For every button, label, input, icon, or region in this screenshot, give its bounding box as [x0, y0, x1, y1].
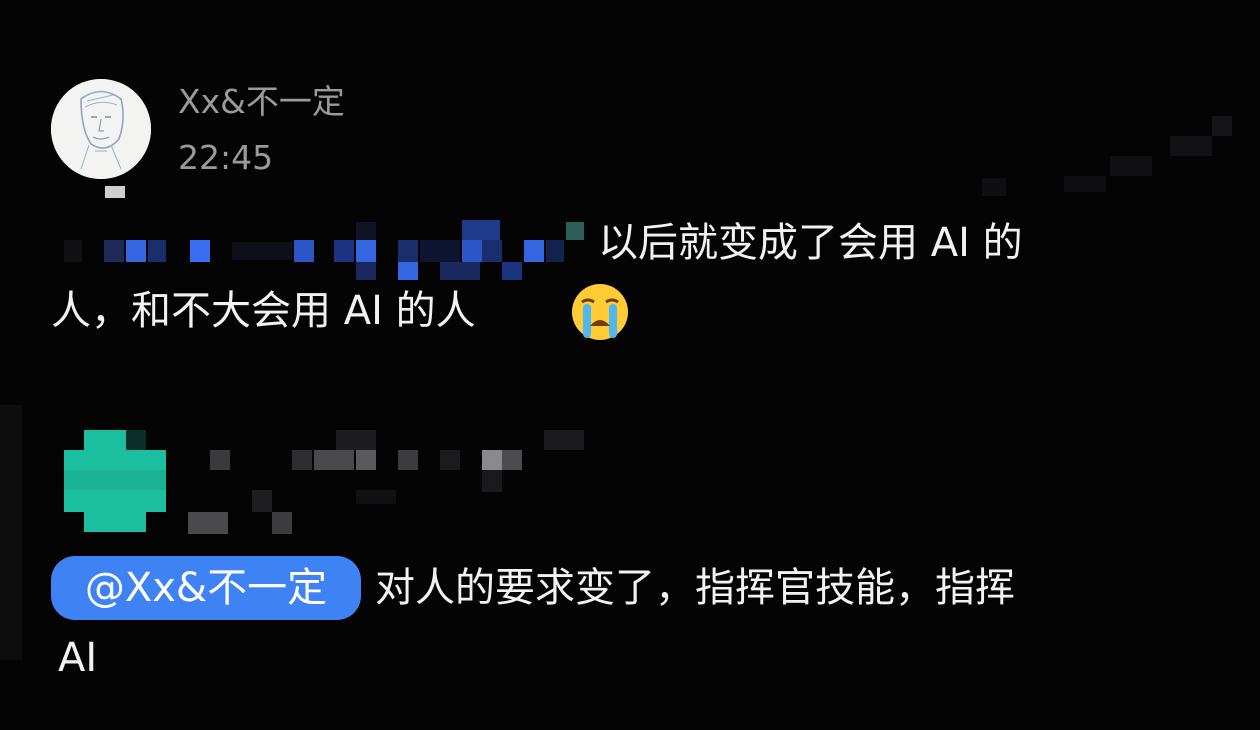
- reply-text-line2: AI: [58, 635, 98, 681]
- left-edge-shadow: [0, 405, 22, 660]
- message-time: 22:45: [178, 138, 274, 177]
- sketch-portrait-icon: [51, 79, 151, 179]
- pixel-mosaic: [105, 186, 125, 198]
- reply-text-line1: 对人的要求变了，指挥官技能，指挥: [375, 565, 1015, 611]
- sender-avatar[interactable]: [51, 79, 151, 179]
- message-text-line2: 人，和不大会用 AI 的人: [51, 288, 476, 334]
- message-text-line1: 以后就变成了会用 AI 的: [598, 220, 1023, 266]
- sender-name[interactable]: Xx&不一定: [178, 82, 345, 122]
- mention-chip[interactable]: @Xx&不一定: [51, 556, 361, 620]
- loudly-crying-face-icon: [572, 284, 628, 340]
